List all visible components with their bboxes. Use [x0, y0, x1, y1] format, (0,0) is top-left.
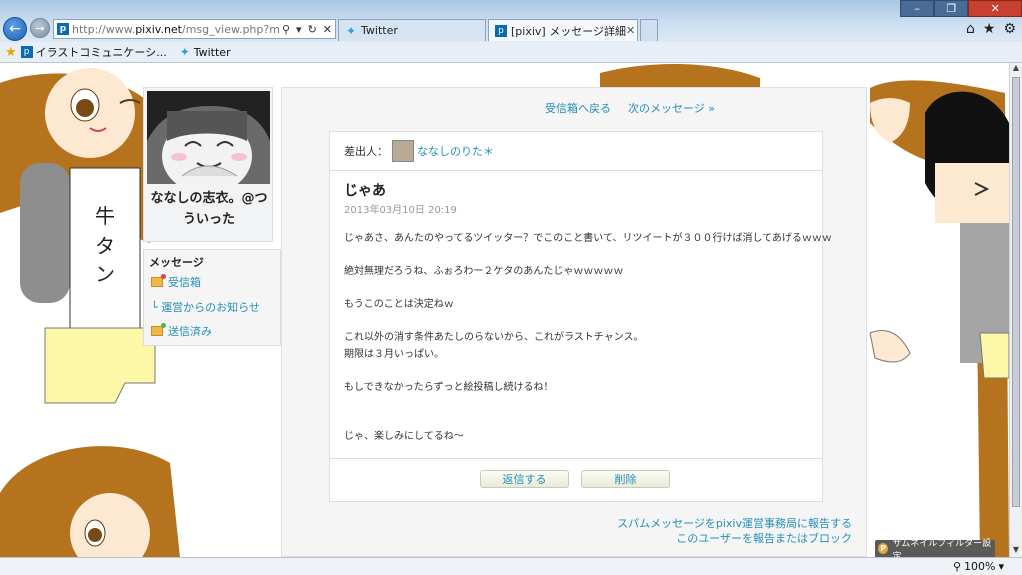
twitter-bird-icon: ✦	[345, 23, 357, 38]
svg-text:ン: ン	[95, 262, 115, 286]
scroll-down-icon[interactable]: ▼	[1010, 545, 1022, 557]
url-prefix: http://www.	[72, 22, 136, 36]
menu-item-label: 送信済み	[168, 325, 212, 338]
favorites-bar: ★ p イラストコミュニケーシ... ✦ Twitter	[0, 42, 1022, 63]
scroll-up-icon[interactable]: ▲	[1010, 63, 1022, 75]
menu-item-notices[interactable]: └ 運営からのお知らせ	[151, 299, 260, 315]
message-card: 差出人： ななしのりた＊ じゃあ 2013年03月10日 20:19 じゃあさ、…	[329, 131, 832, 503]
pixiv-icon: p	[495, 24, 507, 37]
tab-pixiv-message[interactable]: p [pixiv] メッセージ詳細 ✕	[488, 19, 638, 41]
menu-item-sent[interactable]: 送信済み	[151, 323, 212, 339]
sender-avatar[interactable]	[392, 140, 414, 162]
favorite-item-pixiv[interactable]: p イラストコミュニケーシ...	[20, 44, 167, 60]
window-controls: – ❐ ✕	[900, 0, 1022, 17]
message-date: 2013年03月10日 20:19	[344, 205, 457, 216]
report-spam-link[interactable]: スパムメッセージをpixiv運営事務局に報告する	[617, 516, 852, 531]
add-favorites-icon[interactable]: ★	[5, 45, 17, 60]
pixiv-icon: p	[57, 23, 69, 35]
report-user-link[interactable]: このユーザーを報告またはブロック	[617, 531, 852, 546]
back-to-inbox-link[interactable]: 受信箱へ戻る	[545, 100, 611, 116]
toolbar-icons: ⌂ ★ ⚙	[966, 21, 1016, 37]
new-tab-button[interactable]	[640, 19, 658, 41]
message-line: もうこのことは決定ねｗ	[344, 299, 454, 310]
sender-name-link[interactable]: ななしのりた＊	[417, 143, 494, 159]
forward-button[interactable]: →	[30, 18, 50, 38]
address-url[interactable]: http://www.pixiv.net/msg_view.php?mode=g…	[72, 23, 279, 36]
message-subject: じゃあ	[344, 183, 386, 199]
browser-title-bar: ← → p http://www.pixiv.net/msg_view.php?…	[0, 0, 1022, 42]
home-icon[interactable]: ⌂	[966, 21, 975, 37]
tab-twitter[interactable]: ✦ Twitter	[338, 19, 486, 41]
thumbnail-filter-label: サムネイルフィルター設定	[892, 538, 992, 558]
next-message-link[interactable]: 次のメッセージ »	[628, 100, 715, 116]
restore-button[interactable]: ❐	[934, 0, 969, 17]
favorite-item-twitter[interactable]: ✦ Twitter	[179, 45, 231, 59]
message-actions: 返信する 削除	[330, 458, 822, 503]
gear-icon[interactable]: ⚙	[1003, 21, 1016, 37]
message-menu: メッセージ 受信箱 └ 運営からのお知らせ 送信済み	[143, 249, 281, 346]
thumbnail-filter-button[interactable]: P サムネイルフィルター設定	[875, 539, 995, 557]
message-detail-panel: 受信箱へ戻る 次のメッセージ » 差出人： ななしのりた＊ じゃあ 2013年0…	[281, 87, 867, 557]
pixiv-icon: p	[20, 46, 33, 58]
svg-text:タ: タ	[95, 234, 115, 258]
tab-label: [pixiv] メッセージ詳細	[511, 24, 626, 38]
message-line	[344, 281, 814, 298]
zoom-icon: ⚲	[952, 560, 962, 573]
dropdown-icon[interactable]: ▾	[293, 23, 305, 36]
message-line	[344, 363, 814, 380]
message-body: じゃあさ、あんたのやってるツイッター？でこのこと書いて、リツイートが３００行けば…	[344, 231, 832, 446]
favorites-star-icon[interactable]: ★	[983, 21, 996, 37]
favorite-label: イラストコミュニケーシ...	[35, 46, 167, 59]
folder-icon	[151, 323, 166, 336]
avatar[interactable]	[147, 91, 270, 184]
message-line: これ以外の消す条件あたしのらないから、これがラストチャンス。	[344, 332, 644, 343]
message-line: 期限は３月いっぱい。	[344, 348, 444, 360]
delete-button[interactable]: 削除	[581, 470, 670, 488]
message-line	[344, 314, 814, 331]
profile-card: ななしの志衣。@つういった	[143, 87, 273, 242]
sender-row: 差出人： ななしのりた＊	[330, 132, 822, 171]
tab-label: Twitter	[361, 24, 398, 37]
page-viewport: 牛 タ ン ななしの志衣。@つういった メッセージ 受信箱 └ 運営からのお知ら…	[0, 63, 1009, 557]
menu-item-inbox[interactable]: 受信箱	[151, 274, 201, 290]
vertical-scrollbar[interactable]: ▲ ▼	[1009, 63, 1022, 557]
back-button[interactable]: ←	[3, 17, 27, 41]
favorite-label: Twitter	[193, 45, 231, 59]
menu-item-label: 受信箱	[168, 276, 201, 289]
refresh-icon[interactable]: ↻	[305, 23, 320, 36]
minimize-button[interactable]: –	[900, 0, 935, 17]
chevron-down-icon: ▾	[998, 560, 1004, 573]
url-path: /msg_view.php?mode=get&	[182, 22, 279, 36]
pixiv-icon: P	[878, 543, 889, 554]
profile-username[interactable]: ななしの志衣。@つういった	[146, 188, 272, 230]
close-window-button[interactable]: ✕	[968, 0, 1022, 17]
reply-button[interactable]: 返信する	[480, 470, 569, 488]
url-domain: pixiv.net	[135, 22, 182, 36]
message-line: じゃあさ、あんたのやってるツイッター？でこのこと書いて、リツイートが３００行けば…	[344, 233, 832, 244]
sender-label: 差出人：	[344, 145, 388, 158]
zoom-level: 100%	[964, 560, 996, 573]
message-line: 絶対無理だろうね、ふぉろわー２ケタのあんたじゃｗｗｗｗｗ	[344, 266, 624, 277]
message-line: もしできなかったらずっと絵投稿し続けるね！	[344, 381, 554, 393]
report-links: スパムメッセージをpixiv運営事務局に報告する このユーザーを報告またはブロッ…	[617, 516, 852, 546]
folder-icon	[151, 274, 166, 287]
status-bar: ⚲ 100% ▾	[0, 557, 1022, 575]
twitter-bird-icon: ✦	[179, 45, 190, 59]
scrollbar-thumb[interactable]	[1012, 77, 1020, 507]
menu-item-label: └ 運営からのお知らせ	[151, 301, 260, 314]
message-line	[344, 413, 814, 430]
stop-icon[interactable]: ✕	[320, 23, 335, 36]
message-nav: 受信箱へ戻る 次のメッセージ »	[282, 100, 866, 116]
menu-title: メッセージ	[149, 256, 204, 269]
message-line	[344, 248, 814, 265]
svg-text:牛: 牛	[95, 204, 115, 228]
message-line: じゃ、楽しみにしてるね～	[344, 431, 464, 442]
zoom-control[interactable]: ⚲ 100% ▾	[953, 560, 1004, 573]
message-line	[344, 396, 814, 413]
search-icon[interactable]: ⚲	[279, 23, 293, 36]
close-tab-icon[interactable]: ✕	[626, 24, 635, 37]
avatar-image	[147, 91, 270, 184]
address-bar[interactable]: p http://www.pixiv.net/msg_view.php?mode…	[53, 19, 336, 39]
